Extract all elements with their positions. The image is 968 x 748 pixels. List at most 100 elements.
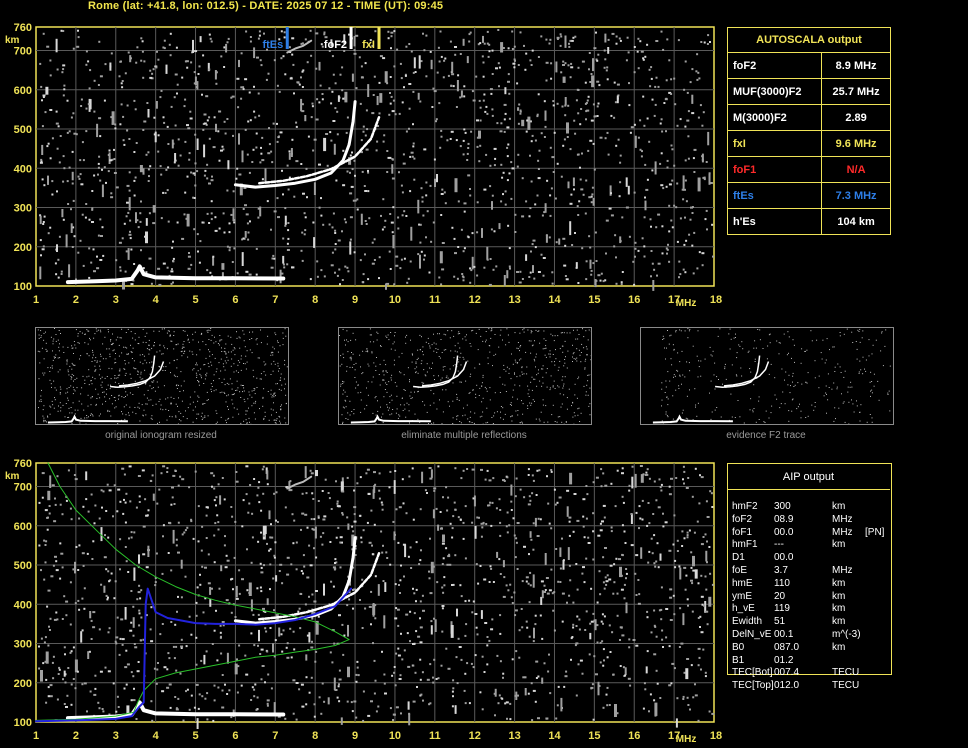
noise-dot: [445, 647, 448, 650]
noise-dot: [247, 238, 250, 241]
noise-dot: [231, 343, 233, 345]
noise-dot: [544, 125, 547, 128]
noise-dot: [224, 369, 226, 371]
noise-dot: [520, 358, 522, 360]
noise-dot: [302, 554, 305, 557]
noise-dot: [390, 95, 393, 98]
noise-dot: [615, 35, 618, 38]
noise-dot: [588, 68, 590, 71]
noise-dot: [237, 106, 240, 109]
noise-dot: [287, 188, 290, 191]
noise-dot: [606, 66, 609, 69]
noise-dot: [503, 364, 505, 366]
noise-dot: [557, 416, 559, 418]
noise-dot: [393, 364, 395, 366]
noise-dot: [296, 81, 300, 84]
noise-dot: [156, 50, 158, 53]
noise-dot: [343, 407, 345, 409]
noise-dot: [840, 372, 842, 373]
noise-dot: [124, 546, 127, 548]
noise-dot: [113, 172, 117, 174]
noise-dot: [490, 524, 493, 527]
noise-dot: [508, 92, 511, 95]
noise-dot: [454, 345, 456, 347]
noise-dot: [686, 534, 689, 537]
noise-dot: [457, 246, 460, 248]
noise-dot: [653, 699, 656, 702]
noise-dot: [825, 385, 827, 387]
noise-dot: [334, 562, 336, 564]
noise-dot: [521, 373, 523, 375]
noise-dot: [629, 684, 632, 687]
noise-dot: [535, 353, 537, 355]
noise-dot: [52, 564, 55, 567]
noise-dot: [201, 419, 203, 420]
noise-dot: [81, 552, 85, 555]
noise-dot: [228, 249, 231, 252]
noise-dot: [193, 82, 196, 85]
noise-dot: [563, 394, 565, 396]
noise-dot: [211, 643, 214, 645]
noise-dot: [447, 330, 449, 332]
noise-dot: [389, 414, 391, 416]
noise-dot: [130, 536, 133, 539]
noise-dot: [666, 166, 669, 169]
noise-dot: [388, 381, 390, 383]
noise-dot: [224, 384, 226, 386]
noise-dot: [698, 77, 701, 80]
noise-dot: [225, 419, 227, 421]
noise-dot: [665, 411, 667, 413]
noise-dot: [454, 508, 457, 511]
noise-dot: [149, 362, 151, 364]
noise-dot: [151, 719, 154, 722]
noise-dot: [589, 259, 592, 269]
noise-dot: [248, 407, 249, 409]
noise-dot: [46, 45, 50, 48]
noise-dot: [515, 541, 518, 544]
noise-dot: [40, 569, 42, 572]
noise-dot: [117, 706, 120, 708]
noise-dot: [291, 53, 294, 56]
noise-dot: [283, 266, 286, 269]
noise-dot: [534, 246, 537, 249]
noise-dot: [430, 389, 432, 391]
noise-dot: [336, 274, 339, 277]
noise-dot: [630, 513, 633, 515]
noise-dot: [724, 368, 726, 370]
noise-dot: [503, 275, 506, 287]
noise-dot: [154, 581, 157, 584]
noise-dot: [275, 491, 278, 494]
noise-dot: [619, 161, 622, 164]
noise-dot: [801, 348, 803, 350]
noise-dot: [419, 626, 423, 629]
noise-dot: [702, 111, 705, 114]
noise-dot: [703, 41, 706, 44]
noise-dot: [130, 699, 133, 702]
noise-dot: [451, 61, 454, 73]
noise-dot: [505, 525, 508, 528]
noise-dot: [860, 369, 862, 371]
noise-dot: [833, 382, 835, 384]
noise-dot: [391, 374, 393, 376]
noise-dot: [508, 117, 511, 120]
noise-dot: [488, 581, 491, 583]
noise-dot: [673, 164, 676, 167]
noise-dot: [88, 276, 91, 279]
noise-dot: [342, 383, 344, 384]
noise-dot: [700, 41, 703, 43]
noise-dot: [619, 181, 622, 184]
noise-dot: [489, 88, 493, 91]
noise-dot: [361, 578, 364, 581]
noise-dot: [359, 102, 362, 105]
noise-dot: [51, 193, 54, 196]
noise-dot: [89, 99, 92, 110]
noise-dot: [408, 713, 411, 726]
noise-dot: [273, 59, 276, 62]
noise-dot: [500, 406, 502, 407]
noise-dot: [556, 162, 559, 165]
noise-dot: [225, 599, 229, 602]
noise-dot: [249, 119, 252, 122]
noise-dot: [171, 340, 173, 342]
noise-dot: [194, 162, 197, 165]
noise-dot: [415, 371, 417, 373]
